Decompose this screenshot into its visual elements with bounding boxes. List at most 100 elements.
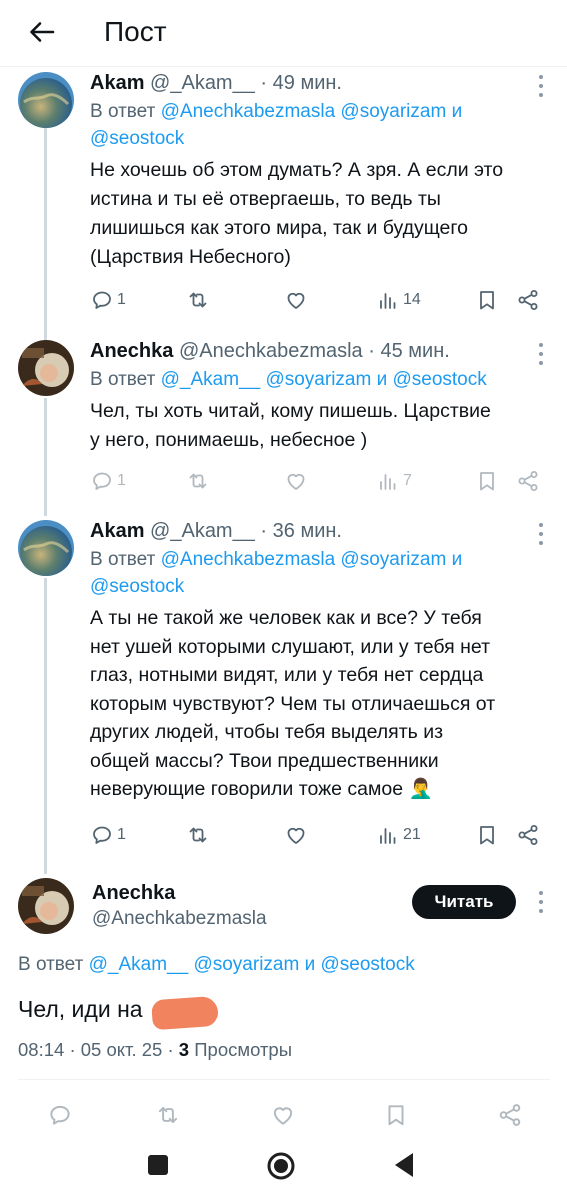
- like-button[interactable]: [284, 820, 308, 850]
- retweet-button[interactable]: [186, 820, 210, 850]
- text-line: других людей, чтобы тебя выделять из: [90, 721, 444, 743]
- more-options-button[interactable]: [537, 75, 545, 97]
- home-icon[interactable]: [266, 1151, 296, 1181]
- text-line: (Царствия Небесного): [90, 246, 291, 268]
- bar-chart-icon: [376, 823, 400, 847]
- main-time[interactable]: 08:14: [18, 1039, 64, 1060]
- author-name[interactable]: Anechka: [90, 340, 173, 362]
- main-author-handle[interactable]: @Anechkabezmasla: [92, 906, 267, 932]
- bar-chart-icon: [376, 288, 400, 312]
- reply-mentions[interactable]: @_Akam__ @soyarizam и @seostock: [89, 954, 415, 975]
- author-handle[interactable]: @_Akam__: [150, 72, 255, 94]
- timestamp[interactable]: 45 мин.: [380, 340, 449, 362]
- reply-button[interactable]: 1: [90, 285, 126, 315]
- text-line: которым чувствуют? Чем ты отличаешься от: [90, 692, 496, 715]
- retweet-icon: [186, 823, 210, 847]
- reply-mentions[interactable]: @_Akam__ @soyarizam и @seostock: [161, 369, 487, 390]
- more-options-button[interactable]: [537, 891, 545, 913]
- share-icon: [516, 823, 540, 847]
- main-views-count: 3: [178, 1039, 190, 1060]
- recent-apps-icon[interactable]: [147, 1154, 169, 1176]
- retweet-icon: [186, 288, 210, 312]
- reply-tweet[interactable]: Akam @_Akam__ · 36 мин. В ответ @Anechka…: [0, 518, 567, 856]
- page-title: Пост: [104, 16, 167, 47]
- main-like-button[interactable]: [270, 1100, 296, 1130]
- reply-to: В ответ @Anechkabezmasla @soyarizam и @s…: [90, 98, 545, 152]
- reply-to: В ответ @Anechkabezmasla @soyarizam и @s…: [90, 546, 545, 600]
- reply-mentions[interactable]: @Anechkabezmasla @soyarizam и: [161, 101, 463, 122]
- reply-mentions[interactable]: @seostock: [90, 576, 184, 597]
- heart-icon: [284, 288, 308, 312]
- main-avatar[interactable]: [18, 878, 74, 934]
- reply-button[interactable]: 1: [90, 820, 126, 850]
- share-icon: [497, 1102, 523, 1128]
- bookmark-icon: [475, 469, 499, 493]
- main-tweet-meta: 08:14 · 05 окт. 25 · 3 Просмотры: [18, 1039, 293, 1060]
- back-button[interactable]: [22, 14, 62, 50]
- bookmark-button[interactable]: [475, 466, 499, 496]
- like-button[interactable]: [284, 466, 308, 496]
- system-navigation-bar: [0, 1138, 567, 1200]
- main-reply-button[interactable]: [47, 1100, 73, 1130]
- reply-prefix: В ответ: [18, 954, 84, 975]
- like-button[interactable]: [284, 285, 308, 315]
- follow-button[interactable]: Читать: [412, 885, 516, 919]
- more-options-button[interactable]: [537, 343, 545, 365]
- top-bar: Пост: [0, 0, 567, 67]
- reply-mentions[interactable]: @seostock: [90, 128, 184, 149]
- share-button[interactable]: [516, 466, 540, 496]
- avatar[interactable]: [18, 520, 74, 576]
- views-button[interactable]: 21: [376, 820, 421, 850]
- reply-count: 1: [117, 291, 126, 308]
- author-name[interactable]: Akam: [90, 520, 144, 542]
- retweet-button[interactable]: [186, 285, 210, 315]
- share-icon: [516, 469, 540, 493]
- main-action-bar: [0, 1100, 567, 1130]
- main-retweet-button[interactable]: [155, 1100, 181, 1130]
- reply-count: 1: [117, 472, 126, 489]
- retweet-button[interactable]: [186, 466, 210, 496]
- heart-icon: [284, 469, 308, 493]
- retweet-icon: [155, 1102, 181, 1128]
- redaction-scribble: [151, 995, 219, 1031]
- timestamp[interactable]: 36 мин.: [273, 520, 342, 542]
- reply-mentions[interactable]: @Anechkabezmasla @soyarizam и: [161, 549, 463, 570]
- reply-button[interactable]: 1: [90, 466, 126, 496]
- timestamp[interactable]: 49 мин.: [273, 72, 342, 94]
- main-tweet-text: Чел, иди на: [18, 996, 143, 1022]
- author-name[interactable]: Akam: [90, 72, 144, 94]
- author-handle[interactable]: @Anechkabezmasla: [179, 340, 363, 362]
- views-button[interactable]: 7: [376, 466, 412, 496]
- bookmark-button[interactable]: [475, 285, 499, 315]
- avatar[interactable]: [18, 72, 74, 128]
- main-reply-to: В ответ @_Akam__ @soyarizam и @seostock: [18, 951, 415, 979]
- bookmark-icon: [475, 288, 499, 312]
- heart-icon: [270, 1102, 296, 1128]
- avatar[interactable]: [18, 340, 74, 396]
- share-button[interactable]: [516, 820, 540, 850]
- back-nav-icon[interactable]: [393, 1152, 415, 1178]
- text-line: Не хочешь об этом думать? А зря. А если …: [90, 159, 504, 181]
- author-handle[interactable]: @_Akam__: [150, 520, 255, 542]
- main-bookmark-button[interactable]: [383, 1100, 409, 1130]
- divider: [18, 1079, 550, 1080]
- reply-tweet[interactable]: Anechka @Anechkabezmasla · 45 мин. В отв…: [0, 338, 567, 498]
- reply-prefix: В ответ: [90, 101, 156, 122]
- views-count: 7: [403, 472, 412, 489]
- bookmark-button[interactable]: [475, 820, 499, 850]
- share-button[interactable]: [516, 285, 540, 315]
- text-line: глаз, нотными видят, или у тебя нет серд…: [90, 664, 484, 686]
- main-share-button[interactable]: [497, 1100, 523, 1130]
- more-options-button[interactable]: [537, 523, 545, 545]
- text-line: неверующие говорили тоже самое 🤦‍♂️: [90, 778, 433, 800]
- text-line: истина и ты её отвергаешь, то ведь ты: [90, 188, 441, 210]
- main-author-name[interactable]: Anechka: [92, 880, 175, 906]
- views-button[interactable]: 14: [376, 285, 421, 315]
- reply-tweet[interactable]: Akam @_Akam__ · 49 мин. В ответ @Anechka…: [0, 70, 567, 332]
- tweet-text: Чел, ты хоть читай, кому пишешь. Царстви…: [90, 397, 545, 455]
- main-date[interactable]: 05 окт. 25: [81, 1039, 163, 1060]
- comment-icon: [47, 1102, 73, 1128]
- comment-icon: [90, 469, 114, 493]
- bookmark-icon: [475, 823, 499, 847]
- text-line: лишишься как этого мира, так и будущего: [90, 217, 468, 239]
